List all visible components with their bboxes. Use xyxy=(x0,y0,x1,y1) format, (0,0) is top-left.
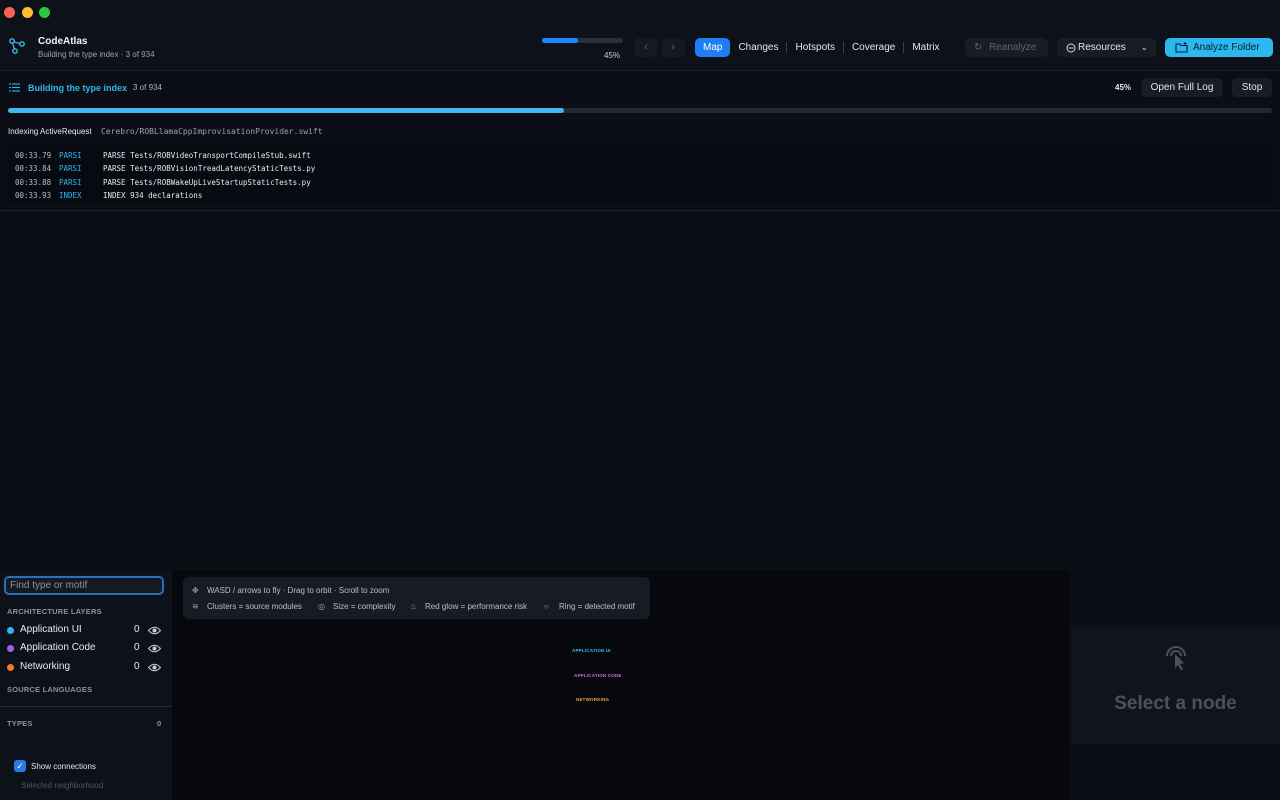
tab-changes[interactable]: Changes xyxy=(730,38,786,57)
list-icon xyxy=(9,83,20,92)
refresh-icon: ↻ xyxy=(974,42,983,53)
analyze-folder-button[interactable]: Analyze Folder xyxy=(1165,38,1273,57)
layer-count: 0 xyxy=(134,661,140,672)
ring-icon: ○ xyxy=(544,602,549,611)
log-time: 00:33.93 xyxy=(15,191,52,200)
cluster-label-application-ui[interactable]: APPLICATION UI xyxy=(572,648,611,653)
reanalyze-label: Reanalyze xyxy=(989,42,1037,53)
canvas-hints: ✥ WASD / arrows to fly · Drag to orbit ·… xyxy=(183,577,650,619)
layer-count: 0 xyxy=(134,624,140,635)
log-kind: INDEX xyxy=(59,191,82,200)
hint-clusters: Clusters = source modules xyxy=(207,602,302,611)
app-title: CodeAtlas xyxy=(38,36,88,47)
toolbar-progress-bar xyxy=(542,38,623,43)
tab-hotspots[interactable]: Hotspots xyxy=(787,38,842,57)
layer-row-application-code[interactable]: Application Code 0 xyxy=(7,642,162,656)
hint-glow: Red glow = performance risk xyxy=(425,602,528,611)
log-message: PARSE Tests/ROBVideoTransportCompileStub… xyxy=(103,151,311,160)
log-time: 00:33.84 xyxy=(15,164,52,173)
close-window-button[interactable] xyxy=(4,7,15,18)
tab-map[interactable]: Map xyxy=(695,38,731,57)
chevron-left-icon: ‹ xyxy=(644,41,648,53)
log-message: INDEX 934 declarations xyxy=(103,191,203,200)
toolbar-progress-percent: 45% xyxy=(604,51,621,60)
view-tabs: Map Changes Hotspots Coverage Matrix xyxy=(695,38,948,57)
back-button[interactable]: ‹ xyxy=(634,38,658,57)
indexing-label: Indexing ActiveRequest xyxy=(8,127,92,136)
tab-matrix[interactable]: Matrix xyxy=(904,38,947,57)
analyze-folder-label: Analyze Folder xyxy=(1193,42,1260,53)
eye-icon[interactable] xyxy=(148,643,161,654)
layer-color-dot xyxy=(7,627,14,634)
tap-select-icon xyxy=(1166,646,1186,670)
log-kind: PARSI xyxy=(59,164,82,173)
zoom-window-button[interactable] xyxy=(39,7,50,18)
eye-icon[interactable] xyxy=(148,625,161,636)
layer-row-application-ui[interactable]: Application UI 0 xyxy=(7,624,162,638)
hint-ring: Ring = detected motif xyxy=(559,602,635,611)
layers-icon: ≋ xyxy=(192,602,199,611)
layer-name: Networking xyxy=(20,661,71,672)
log-time: 00:33.79 xyxy=(15,151,52,160)
architecture-layers-heading: ARCHITECTURE LAYERS xyxy=(7,607,102,616)
section-divider xyxy=(0,210,1280,211)
folder-add-icon xyxy=(1175,42,1188,53)
log-message: PARSE Tests/ROBVisionTreadLatencyStaticT… xyxy=(103,164,316,173)
layer-row-networking[interactable]: Networking 0 xyxy=(7,661,162,675)
show-connections-label: Show connections xyxy=(31,762,96,771)
cluster-label-networking[interactable]: NETWORKING xyxy=(576,697,609,702)
toolbar: CodeAtlas Building the type index · 3 of… xyxy=(0,0,1280,71)
search-input[interactable] xyxy=(4,576,164,595)
layer-name: Application Code xyxy=(20,642,96,653)
status-progress-fill xyxy=(8,108,565,113)
status-count: 3 of 934 xyxy=(133,83,162,92)
tab-coverage[interactable]: Coverage xyxy=(844,38,903,57)
graph-logo-icon xyxy=(9,38,25,54)
status-percent: 45% xyxy=(1115,83,1132,92)
indexing-path: Cerebro/ROBLlamaCppImprovisationProvider… xyxy=(101,127,323,136)
layer-name: Application UI xyxy=(20,624,82,635)
show-connections-checkbox[interactable]: ✓ xyxy=(14,760,26,772)
move-icon: ✥ xyxy=(192,586,199,595)
log-kind: PARSI xyxy=(59,178,82,187)
eye-icon[interactable] xyxy=(148,662,161,673)
layer-count: 0 xyxy=(134,642,140,653)
target-icon: ◎ xyxy=(318,602,325,611)
select-node-title: Select a node xyxy=(1114,693,1237,714)
checkmark-icon: ✓ xyxy=(16,761,24,771)
toolbar-progress-fill xyxy=(542,38,579,43)
selected-neighborhood-label: Selected neighborhood xyxy=(21,781,104,790)
stop-button[interactable]: Stop xyxy=(1232,78,1272,97)
hint-navigation: WASD / arrows to fly · Drag to orbit · S… xyxy=(207,586,390,595)
gauge-icon xyxy=(1066,43,1076,53)
layer-color-dot xyxy=(7,664,14,671)
log-output[interactable]: 00:33.79 PARSI PARSE Tests/ROBVideoTrans… xyxy=(8,144,1272,203)
reanalyze-button[interactable]: ↻ Reanalyze xyxy=(965,38,1048,57)
log-kind: PARSI xyxy=(59,151,82,160)
flame-icon: ♨ xyxy=(410,602,418,611)
chevron-right-icon: › xyxy=(671,41,675,53)
cluster-label-application-code[interactable]: APPLICATION CODE xyxy=(574,673,622,678)
status-progress-bar xyxy=(8,108,1272,113)
app-subtitle: Building the type index · 3 of 934 xyxy=(38,50,155,59)
resources-button[interactable]: Resources ⌄ xyxy=(1057,38,1156,57)
log-time: 00:33.88 xyxy=(15,178,52,187)
forward-button[interactable]: › xyxy=(661,38,685,57)
minimize-window-button[interactable] xyxy=(22,7,33,18)
status-title: Building the type index xyxy=(28,83,128,93)
layer-color-dot xyxy=(7,645,14,652)
source-languages-heading: SOURCE LANGUAGES xyxy=(7,685,93,694)
hint-size: Size = complexity xyxy=(333,602,396,611)
chevron-down-icon[interactable]: ⌄ xyxy=(1141,38,1148,57)
types-heading: TYPES xyxy=(7,719,33,728)
log-message: PARSE Tests/ROBWakeUpLiveStartupStaticTe… xyxy=(103,178,311,187)
resources-label: Resources xyxy=(1078,42,1126,53)
types-count: 0 xyxy=(157,719,162,728)
sidebar-divider xyxy=(0,706,172,707)
open-full-log-button[interactable]: Open Full Log xyxy=(1141,78,1223,97)
